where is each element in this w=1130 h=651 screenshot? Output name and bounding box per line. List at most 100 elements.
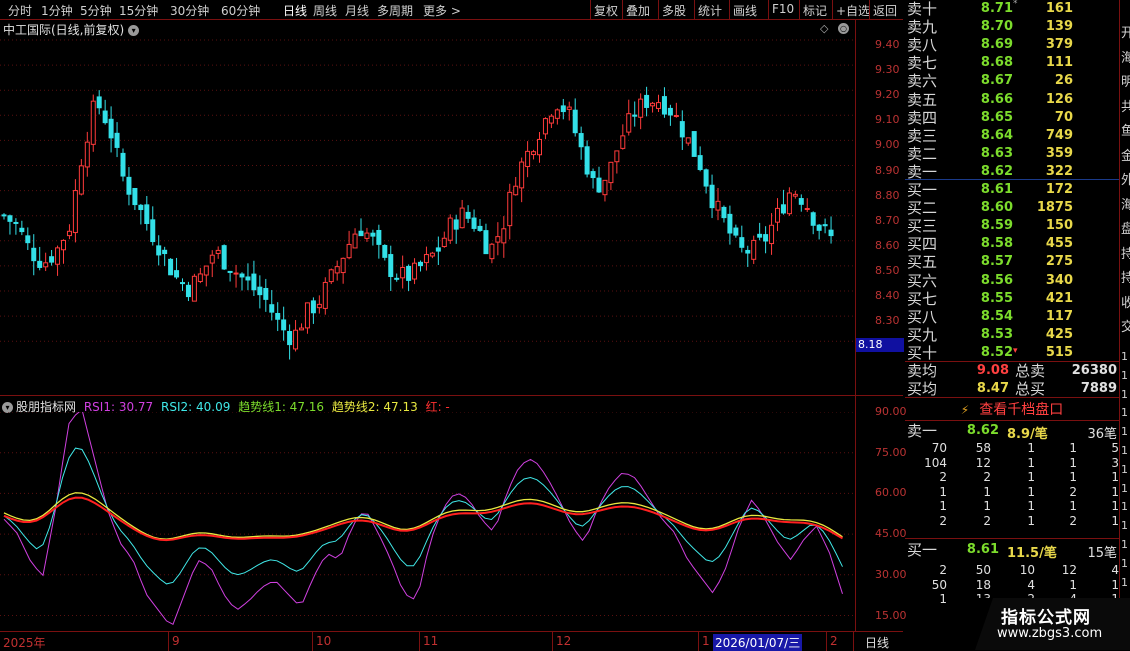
buy-price: 8.60 xyxy=(980,200,1013,216)
tab-period-3[interactable]: 15分钟 xyxy=(119,2,158,19)
order-cell: 10 xyxy=(1019,563,1035,577)
candle-body xyxy=(293,329,299,350)
buy-price: 8.61 xyxy=(980,182,1013,197)
edge-char: 1 xyxy=(1121,519,1128,533)
candle-body xyxy=(174,270,180,278)
toolbar-action-1[interactable]: 叠加 xyxy=(626,2,650,19)
candle-body xyxy=(37,260,43,268)
sell-price: 8.71 xyxy=(980,1,1013,16)
candle-body xyxy=(507,191,513,227)
price-marker: 8.18 xyxy=(856,338,904,352)
trend1-line xyxy=(3,492,843,540)
order-cell: 1 xyxy=(1027,470,1035,484)
candle-body xyxy=(412,262,418,280)
candle-body xyxy=(804,208,810,211)
thousand-book-button[interactable]: ⚡ 查看千档盘口 xyxy=(905,399,1119,419)
toolbar-action-7[interactable]: +自选 xyxy=(836,2,870,19)
sell1-rows-row: 1 1 1 1 1 xyxy=(905,499,1119,514)
toolbar-action-3[interactable]: 统计 xyxy=(698,2,722,19)
candle-body xyxy=(382,244,388,258)
candle-body xyxy=(19,227,25,233)
candle-body xyxy=(1,214,7,217)
candlestick-chart[interactable] xyxy=(0,38,855,394)
candle-body xyxy=(72,190,78,234)
axis-divider xyxy=(312,632,313,651)
candle-body xyxy=(49,256,55,263)
watermark-logo: 指标公式网 www.zbgs3.com xyxy=(975,598,1130,650)
rsi-tick: 45.00 xyxy=(875,527,907,541)
toolbar-action-4[interactable]: 画线 xyxy=(733,2,757,19)
candle-body xyxy=(459,207,465,229)
candle-body xyxy=(745,249,751,254)
diamond-icon[interactable]: ◇ xyxy=(820,22,828,35)
toolbar-separator xyxy=(832,0,833,19)
tab-period-1[interactable]: 1分钟 xyxy=(41,2,73,19)
candle-body xyxy=(733,227,739,236)
candle-body xyxy=(418,261,423,267)
chevron-down-icon[interactable]: ▾ xyxy=(128,25,140,36)
candle-body xyxy=(61,239,66,251)
buy-row: 买五 8.57 275 xyxy=(905,253,1119,271)
sell-row: 卖五 8.66 126 xyxy=(905,91,1119,109)
candle-body xyxy=(435,247,441,252)
order-cell: 1 xyxy=(1069,577,1077,592)
divider xyxy=(905,420,1119,421)
candle-body xyxy=(423,254,429,264)
candle-body xyxy=(602,179,608,196)
axis-divider xyxy=(552,632,553,651)
divider xyxy=(905,538,1119,539)
tab-period-8[interactable]: 月线 xyxy=(345,2,369,19)
date-label: 10 xyxy=(316,634,332,648)
toolbar-action-0[interactable]: 复权 xyxy=(594,2,618,19)
candle-body xyxy=(215,249,221,254)
buy-label: 买十 xyxy=(907,343,938,362)
order-cell: 2 xyxy=(939,563,947,577)
tab-period-10[interactable]: 更多 > xyxy=(423,2,461,19)
edge-char: 1 xyxy=(1121,462,1128,476)
candle-body xyxy=(780,204,786,214)
candle-body xyxy=(126,176,132,195)
edge-char: 海 xyxy=(1121,50,1130,66)
order-cell: 1 xyxy=(1069,499,1077,513)
rsi-indicator-chart[interactable] xyxy=(0,412,855,630)
sell-row: 卖八 8.69 379 xyxy=(905,36,1119,54)
candle-body xyxy=(763,234,769,242)
tab-period-4[interactable]: 30分钟 xyxy=(170,2,209,19)
edge-char: 交 xyxy=(1121,320,1130,335)
edge-char: 海 xyxy=(1121,197,1130,213)
candle-body xyxy=(453,219,459,230)
toolbar-action-6[interactable]: 标记 xyxy=(803,2,827,19)
toolbar-separator xyxy=(729,0,730,19)
order-cell: 4 xyxy=(1027,577,1035,592)
divider xyxy=(905,397,1119,398)
price-tick: 9.10 xyxy=(875,113,900,127)
candle-body xyxy=(495,236,501,243)
candle-body xyxy=(388,254,394,277)
candle-body xyxy=(138,204,144,211)
buy-price: 8.58 xyxy=(980,236,1013,252)
candle-body xyxy=(786,192,792,215)
buy-volume: 425 xyxy=(1045,326,1073,342)
tab-period-9[interactable]: 多周期 xyxy=(377,2,413,19)
sell1-rows-row: 2 2 1 1 1 xyxy=(905,470,1119,485)
toolbar-action-2[interactable]: 多股 xyxy=(662,2,686,19)
toolbar-action-8[interactable]: 返回 xyxy=(873,2,897,19)
tab-period-0[interactable]: 分时 xyxy=(8,2,32,19)
tab-period-2[interactable]: 5分钟 xyxy=(80,2,112,19)
order-cell: 1 xyxy=(939,499,947,513)
sell-label: 卖七 xyxy=(907,54,938,73)
buy1-per: 11.5/笔 xyxy=(1007,546,1057,561)
collapse-icon[interactable]: ○ xyxy=(838,21,849,35)
candle-body xyxy=(519,161,525,189)
tab-period-6[interactable]: 日线 xyxy=(283,2,307,19)
candle-body xyxy=(180,282,185,285)
sell-price: 8.67 xyxy=(980,73,1013,89)
tab-period-5[interactable]: 60分钟 xyxy=(221,2,260,19)
candle-body xyxy=(287,330,293,346)
toolbar-action-5[interactable]: F10 xyxy=(772,2,794,16)
buy-row: 买三 8.59 150 xyxy=(905,217,1119,235)
order-cell: 1 xyxy=(1027,513,1035,528)
buy-volume: 117 xyxy=(1045,308,1073,324)
tab-period-7[interactable]: 周线 xyxy=(313,2,337,19)
sell-volume: 749 xyxy=(1045,127,1073,143)
